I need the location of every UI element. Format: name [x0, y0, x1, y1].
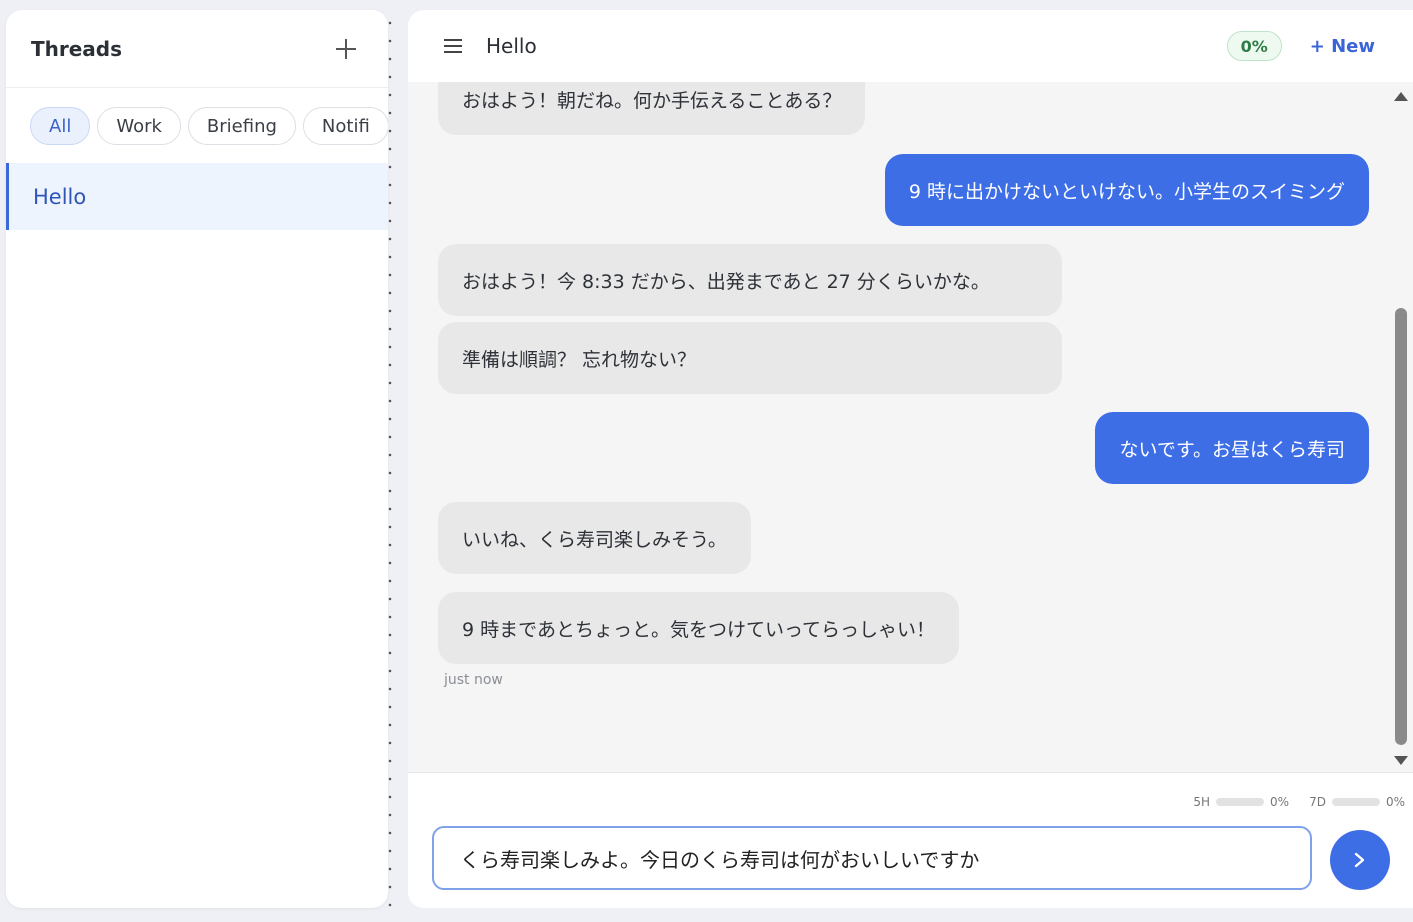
message-bubble-bot: 準備は順調？ 忘れ物ない？ — [438, 322, 1062, 394]
usage-7d-bar — [1331, 798, 1380, 806]
message-bubble-bot: 9 時まであとちょっと。気をつけていってらっしゃい！ — [438, 592, 959, 664]
message-bubble-user: 9 時に出かけないといけない。小学生のスイミング — [884, 154, 1369, 226]
usage-7d-value: 0% — [1385, 795, 1405, 809]
context-percent-badge: 0% — [1226, 31, 1282, 61]
composer-area: 5H 0% 7D 0% くら寿司楽しみよ。今日のくら寿司は何がおいしいですか — [408, 772, 1413, 908]
chat-title: Hello — [486, 34, 537, 58]
filter-chips: All Work Briefing Notifi — [6, 88, 388, 163]
usage-5h-label: 5H — [1193, 795, 1211, 809]
chat-header: Hello 0% + New — [408, 10, 1413, 82]
usage-5h-bar — [1216, 798, 1265, 806]
sidebar-header: Threads — [6, 10, 388, 88]
usage-5h-value: 0% — [1270, 795, 1290, 809]
new-thread-button[interactable]: + New — [1310, 36, 1375, 57]
filter-chip-work[interactable]: Work — [97, 107, 181, 145]
chevron-right-icon — [1354, 852, 1365, 868]
thread-item-hello[interactable]: Hello — [6, 163, 388, 230]
message-input-value: くら寿司楽しみよ。今日のくら寿司は何がおいしいですか — [460, 847, 980, 872]
thread-item-label: Hello — [33, 184, 87, 209]
send-button[interactable] — [1330, 830, 1390, 890]
usage-7d-label: 7D — [1309, 795, 1326, 809]
threads-sidebar: Threads All Work Briefing Notifi Hello — [6, 10, 388, 908]
plus-icon[interactable] — [334, 37, 358, 61]
message-bubble-bot: おはよう！朝だね。何か手伝えることある？ — [438, 82, 866, 135]
hamburger-menu-icon[interactable] — [444, 39, 462, 53]
message-timestamp: just now — [444, 672, 503, 688]
resize-handle[interactable] — [388, 10, 392, 910]
filter-chip-briefing[interactable]: Briefing — [187, 107, 296, 145]
message-bubble-bot: いいね、くら寿司楽しみそう。 — [438, 502, 751, 574]
scroll-down-arrow-icon[interactable] — [1394, 756, 1408, 765]
scroll-up-arrow-icon[interactable] — [1394, 92, 1408, 101]
filter-chip-all[interactable]: All — [30, 107, 91, 145]
message-input[interactable]: くら寿司楽しみよ。今日のくら寿司は何がおいしいですか — [432, 826, 1312, 890]
usage-meters: 5H 0% 7D 0% — [1193, 795, 1405, 809]
message-scrollbar[interactable] — [1390, 82, 1413, 772]
scroll-thumb[interactable] — [1395, 308, 1407, 745]
filter-chip-notifications[interactable]: Notifi — [302, 107, 388, 145]
sidebar-title: Threads — [31, 36, 123, 61]
message-bubble-bot: おはよう！今 8:33 だから、出発まであと 27 分くらいかな。 — [438, 244, 1062, 316]
message-bubble-user: ないです。お昼はくら寿司 — [1095, 412, 1369, 484]
chat-panel: Hello 0% + New おはよう！朝だね。何か手伝えることある？ 9 時に… — [408, 10, 1413, 908]
message-list[interactable]: おはよう！朝だね。何か手伝えることある？ 9 時に出かけないといけない。小学生の… — [408, 82, 1390, 772]
